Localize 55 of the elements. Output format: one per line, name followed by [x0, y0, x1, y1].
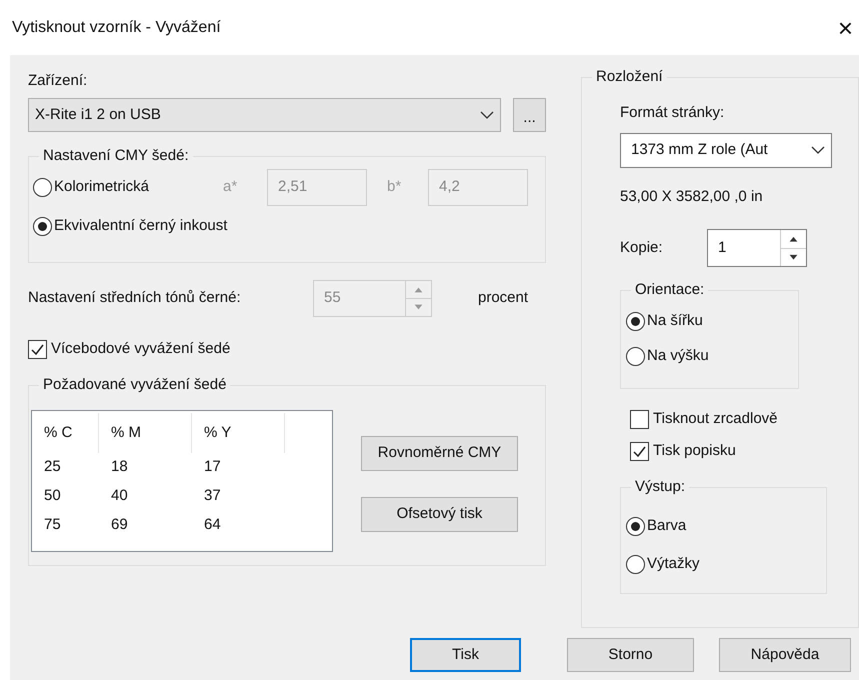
window-title: Vytisknout vzorník - Vyvážení [12, 18, 221, 38]
table-cell-text: 50 [43, 486, 62, 506]
browse-button[interactable]: ... [513, 98, 546, 132]
field-label: a* [223, 177, 238, 198]
radio-label: Barva [647, 516, 686, 536]
chevron-down-icon [811, 146, 825, 154]
unit-label: procent [478, 288, 528, 308]
dialog-button[interactable]: Nápověda [719, 638, 851, 672]
radio-label: Výtažky [647, 554, 700, 574]
spin-field[interactable]: 1 [707, 229, 807, 267]
table-cell-text: 25 [43, 457, 62, 478]
table-cell-text: 37 [203, 486, 222, 506]
checkbox[interactable] [630, 442, 649, 460]
page-dimensions: 53,00 X 3582,00 ,0 in [620, 186, 764, 206]
close-button[interactable]: × [836, 14, 855, 40]
group-legend: Výstup: [631, 477, 690, 497]
table-cell-text: 17 [203, 457, 222, 478]
dropdown[interactable]: 1373 mm Z role (Aut [620, 132, 832, 168]
dialog-button[interactable]: Storno [567, 638, 694, 672]
radio-button[interactable] [33, 178, 52, 197]
preset-button[interactable]: Rovnoměrné CMY [361, 436, 518, 471]
column-header[interactable]: % Y [192, 413, 285, 453]
radio-button[interactable] [626, 516, 645, 536]
radio-label: Kolorimetrická [54, 177, 150, 198]
table-cell-text: 64 [203, 515, 222, 536]
dialog-button[interactable]: Tisk [410, 638, 521, 672]
checkbox-label: Tisk popisku [653, 440, 736, 461]
checkbox-label: Tisknout zrcadlově [653, 408, 778, 429]
checkbox-label: Vícebodové vyvážení šedé [51, 338, 230, 359]
radio-button[interactable] [33, 216, 52, 236]
checkmark-icon [632, 444, 647, 458]
field-label: Nastavení středních tónů černé: [28, 288, 242, 308]
dropdown[interactable]: X-Rite i1 2 on USB [28, 98, 502, 132]
radio-label: Ekvivalentní černý inkoust [54, 216, 228, 236]
table-cell-text: 18 [110, 457, 129, 478]
group-legend: Požadované vyvážení šedé [39, 375, 230, 395]
column-header[interactable]: % C [32, 413, 99, 453]
radio-button[interactable] [626, 312, 645, 330]
column-header[interactable]: % M [99, 413, 192, 453]
checkbox[interactable] [28, 340, 47, 358]
radio-button[interactable] [626, 346, 645, 366]
table-cell-text: 75 [43, 515, 62, 536]
preset-button[interactable]: Ofsetový tisk [361, 497, 518, 532]
radio-label: Na šířku [647, 310, 703, 331]
table-cell-text: 69 [110, 515, 129, 536]
radio-label: Na výšku [647, 346, 709, 366]
field-label: b* [387, 177, 402, 198]
chevron-down-icon [480, 111, 494, 119]
field-label: Kopie: [620, 238, 664, 258]
field-label: Zařízení: [28, 71, 88, 91]
checkmark-icon [30, 342, 45, 356]
radio-button[interactable] [626, 554, 645, 574]
table-cell-text: 40 [110, 486, 129, 506]
field-label: Formát stránky: [620, 103, 726, 123]
checkbox[interactable] [630, 410, 649, 428]
